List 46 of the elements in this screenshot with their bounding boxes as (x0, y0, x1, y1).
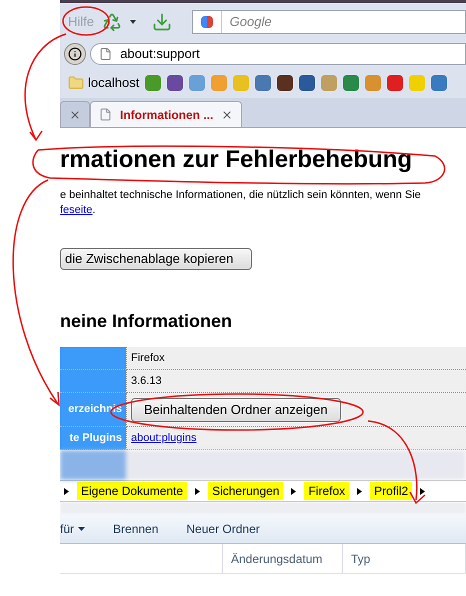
intro-text: e beinhaltet technische Informationen, die nützlich sein könnten, wenn Sie (60, 188, 422, 203)
bookmark-icon[interactable] (277, 75, 294, 91)
cell-text: Firefox (131, 350, 165, 366)
breadcrumb-item[interactable]: Profil2 (370, 482, 412, 500)
row-label: te Plugins (69, 430, 122, 446)
arrow-icon (195, 488, 200, 494)
column-header[interactable]: Änderungsdatum (223, 544, 343, 573)
copy-button[interactable]: die Zwischenablage kopieren (60, 248, 252, 270)
caret-icon[interactable] (130, 20, 136, 24)
arrow-icon (64, 488, 69, 494)
caret-icon (78, 526, 86, 530)
site-info-icon[interactable] (64, 43, 86, 65)
show-folder-button[interactable]: Beinhaltenden Ordner anzeigen (131, 398, 341, 422)
intro-tail: feseite. (60, 203, 96, 218)
arrow-icon (420, 488, 426, 494)
browser-tab[interactable] (60, 101, 90, 127)
search-field[interactable]: Google (192, 10, 466, 34)
browser-tab[interactable]: Informationen ... (90, 101, 242, 127)
download-icon[interactable] (152, 12, 172, 32)
plugins-link[interactable]: about:plugins (131, 430, 196, 446)
bookmark-icon[interactable] (167, 75, 184, 91)
toolbar-button[interactable]: für (60, 520, 86, 538)
page-icon (99, 47, 112, 61)
breadcrumb-item[interactable]: Sicherungen (208, 482, 284, 500)
close-icon[interactable] (69, 108, 81, 120)
bookmark-folder[interactable]: localhost (68, 73, 140, 93)
section-heading: neine Informationen (60, 310, 234, 333)
bookmark-icon[interactable] (299, 75, 316, 91)
page-icon (99, 108, 112, 121)
arrow-icon (291, 488, 296, 494)
folder-icon (68, 75, 84, 91)
page-heading: rmationen zur Fehlerbehebung (60, 146, 414, 174)
bookmark-icon[interactable] (387, 75, 404, 91)
column-header[interactable]: Typ (343, 544, 466, 573)
breadcrumb-item[interactable]: Firefox (304, 482, 350, 500)
toolbar-button[interactable]: Neuer Ordner (186, 520, 260, 538)
toolbar-button[interactable]: Brennen (113, 520, 158, 538)
table-header-cell (60, 347, 126, 370)
help-link[interactable]: feseite (60, 204, 92, 216)
breadcrumb-item[interactable]: Eigene Dokumente (77, 482, 188, 500)
close-icon[interactable] (221, 108, 234, 120)
arrow-icon (357, 488, 362, 494)
address-field[interactable]: about:support (90, 43, 466, 65)
recycle-icon[interactable] (102, 12, 122, 32)
cell-text: 3.6.13 (131, 374, 162, 389)
search-input[interactable]: Google (222, 12, 465, 32)
